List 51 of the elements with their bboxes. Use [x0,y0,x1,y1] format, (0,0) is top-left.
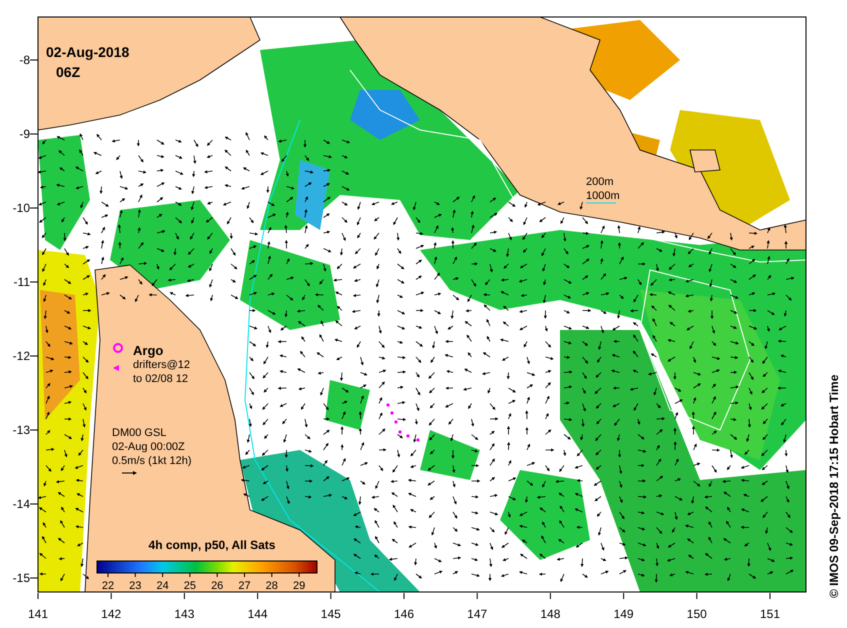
x-axis-label: 145 [320,607,341,621]
colorbar-tick [216,572,218,578]
x-axis-label: 151 [760,607,780,621]
depth-label: 200m [586,176,614,188]
colorbar-tick [162,572,164,578]
y-axis-label: -11 [14,275,30,289]
y-axis-label: -10 [12,201,30,215]
y-axis-label: -9 [19,127,30,141]
colorbar-tick [271,572,272,578]
colorbar-tick-label: 27 [238,580,251,592]
x-axis-label: 142 [101,607,122,621]
argo-float-icon [113,343,123,353]
colorbar-tick [189,572,190,578]
colorbar-tick [244,572,245,578]
y-axis-label: -15 [12,571,30,585]
current-legend-text: 0.5m/s (1kt 12h) [112,455,192,467]
map-time: 06Z [56,64,80,80]
colorbar-tick-label: 25 [184,580,196,592]
colorbar-tick-label: 26 [211,580,224,592]
y-axis-label: -12 [12,349,30,363]
contour-line-sample [586,202,616,204]
colorbar-tick-label: 29 [292,580,306,592]
x-axis-label: 144 [248,607,268,621]
y-axis-label: -8 [19,53,30,67]
y-axis-label: -13 [12,423,30,437]
colorbar-title: 4h comp, p50, All Sats [148,538,276,552]
x-axis-label: 148 [540,607,560,621]
x-axis-label: 143 [174,607,194,621]
argo-legend-text: drifters@12 [133,359,190,371]
drifter-marker-icon [113,365,119,371]
credit-text: © IMOS 09-Sep-2018 17:15 Hobart Time [827,374,841,598]
x-axis-label: 149 [614,607,634,621]
depth-label: 1000m [586,190,620,202]
colorbar-tick-label: 28 [266,580,278,592]
x-axis-label: 150 [686,607,707,621]
y-axis-label: -14 [12,497,30,511]
colorbar-tick-label: 24 [156,580,169,592]
drifter-track-icon [386,403,420,442]
map-date: 02-Aug-2018 [46,44,130,60]
current-scale-arrow-icon [122,471,137,475]
colorbar-tick-label: 22 [102,580,114,592]
x-axis-label: 141 [28,607,48,621]
argo-legend-text: to 02/08 12 [133,373,188,385]
current-legend-text: 02-Aug 00:00Z [112,441,185,453]
current-legend-text: DM00 GSL [112,427,166,439]
colorbar-tick [298,572,300,578]
x-axis-label: 147 [467,607,488,621]
x-axis-label: 146 [394,607,414,621]
argo-legend-title: Argo [133,343,164,358]
colorbar-tick-label: 23 [129,580,142,592]
colorbar-tick [134,572,136,578]
